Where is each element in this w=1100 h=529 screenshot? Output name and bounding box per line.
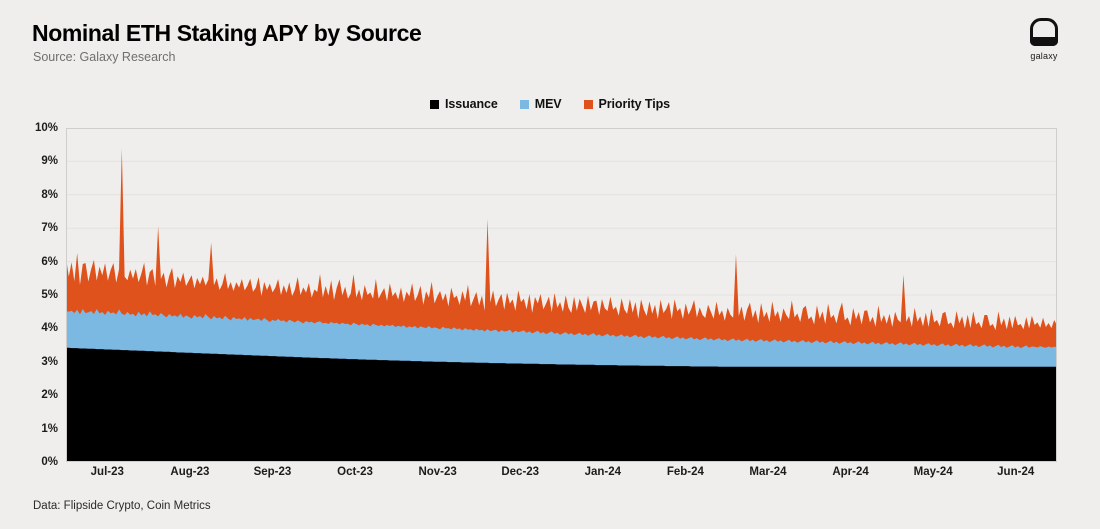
y-axis-tick-label: 9%	[41, 155, 58, 168]
y-axis-tick-label: 1%	[41, 422, 58, 435]
chart-footnote: Data: Flipside Crypto, Coin Metrics	[33, 500, 211, 512]
legend-label: MEV	[534, 97, 562, 111]
y-axis-tick-label: 3%	[41, 355, 58, 368]
legend-swatch-icon	[519, 99, 529, 109]
chart-subtitle: Source: Galaxy Research	[33, 50, 176, 64]
y-axis-tick-label: 2%	[41, 389, 58, 402]
x-axis-tick-label: Jul-23	[90, 466, 124, 478]
x-axis-tick-label: Sep-23	[253, 466, 292, 478]
legend-label: Issuance	[445, 97, 498, 111]
plot-area	[66, 128, 1057, 462]
chart-card: Nominal ETH Staking APY by Source Source…	[0, 0, 1100, 529]
x-axis-tick-label: Feb-24	[666, 466, 704, 478]
y-axis-tick-label: 7%	[41, 222, 58, 235]
chart-legend: Issuance MEV Priority Tips	[0, 97, 1100, 111]
y-axis: 0% 1% 2% 3% 4% 5% 6% 7% 8% 9% 10%	[0, 122, 58, 468]
x-axis-tick-label: Dec-23	[501, 466, 540, 478]
legend-item-priority-tips[interactable]: Priority Tips	[583, 97, 671, 111]
legend-item-issuance[interactable]: Issuance	[430, 97, 498, 111]
x-axis-tick-label: Jan-24	[584, 466, 621, 478]
legend-item-mev[interactable]: MEV	[519, 97, 562, 111]
x-axis-tick-label: Oct-23	[337, 466, 373, 478]
y-axis-tick-label: 6%	[41, 255, 58, 268]
y-axis-tick-label: 0%	[41, 456, 58, 468]
legend-swatch-icon	[583, 99, 593, 109]
x-axis-tick-label: Aug-23	[170, 466, 210, 478]
y-axis-tick-label: 10%	[34, 122, 58, 134]
y-axis-tick-label: 5%	[41, 289, 58, 301]
legend-swatch-icon	[430, 99, 440, 109]
stacked-area-chart	[66, 128, 1057, 462]
galaxy-brand-logo: galaxy	[1016, 18, 1072, 61]
area-series-group	[66, 148, 1057, 462]
x-axis-tick-label: Mar-24	[749, 466, 787, 478]
y-axis-tick-label: 8%	[41, 188, 58, 201]
galaxy-arch-icon	[1030, 18, 1058, 46]
x-axis-tick-label: Apr-24	[832, 466, 869, 478]
x-axis-tick-label: May-24	[913, 466, 953, 478]
x-axis-tick-label: Nov-23	[418, 466, 457, 478]
x-axis-tick-label: Jun-24	[997, 466, 1035, 478]
brand-name-label: galaxy	[1030, 51, 1058, 61]
page-title: Nominal ETH Staking APY by Source	[32, 20, 422, 46]
legend-label: Priority Tips	[598, 97, 671, 111]
x-axis: Jul-23 Aug-23 Sep-23 Oct-23 Nov-23 Dec-23 Jan-…	[66, 466, 1057, 486]
y-axis-tick-label: 4%	[41, 322, 58, 335]
